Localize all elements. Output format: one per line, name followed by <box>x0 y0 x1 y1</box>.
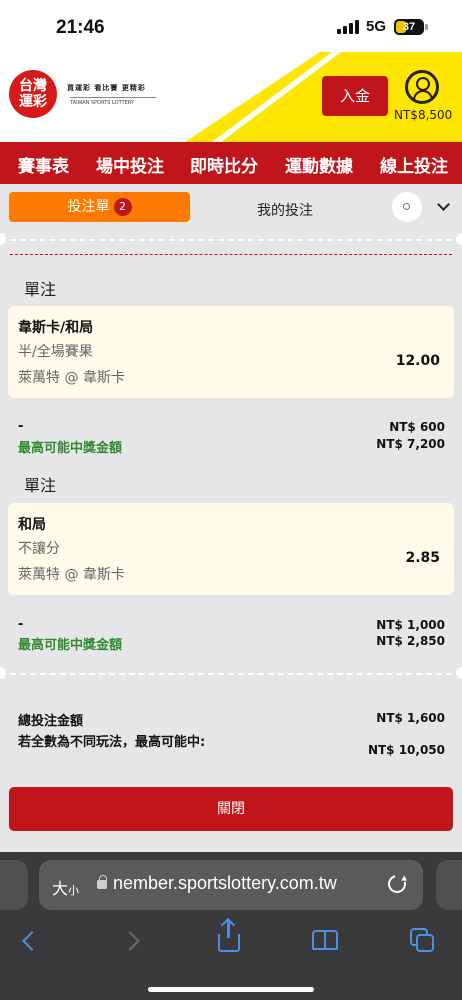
divider-notch <box>456 667 462 679</box>
divider <box>10 673 452 675</box>
stake-label: - <box>18 419 24 434</box>
max-win-amount: NT$ 7,200 <box>376 437 445 451</box>
bet-count-badge: 2 <box>113 198 132 216</box>
site-header: 台灣 運彩 買運彩 看比賽 更精彩 TAIWAN SPORTS LOTTERY … <box>0 52 462 142</box>
close-button[interactable]: 關閉 <box>9 787 453 831</box>
battery-icon: 37 <box>394 19 424 35</box>
nav-item-live-scores[interactable]: 即時比分 <box>190 152 258 177</box>
signal-icon <box>337 20 361 34</box>
bet-odds: 2.85 <box>405 550 440 566</box>
browser-toolbar: 大小 nember.sportslottery.com.tw <box>0 852 462 1000</box>
forward-icon[interactable] <box>120 931 140 951</box>
back-icon[interactable] <box>22 931 42 951</box>
tabs-icon[interactable] <box>410 928 434 952</box>
section-title-single: 單注 <box>24 476 57 495</box>
max-win-amount: NT$ 2,850 <box>376 634 445 648</box>
status-time: 21:46 <box>56 17 105 38</box>
divider-notch <box>0 233 6 245</box>
nav-item-online-betting[interactable]: 線上投注 <box>380 152 448 177</box>
nav-item-live-betting[interactable]: 場中投注 <box>96 152 164 177</box>
url-text[interactable]: nember.sportslottery.com.tw <box>113 873 337 894</box>
home-indicator <box>148 987 314 992</box>
max-win-label: 最高可能中獎金額 <box>18 441 123 456</box>
account-balance: NT$8,500 <box>394 108 453 122</box>
settings-gear-icon[interactable] <box>392 192 422 222</box>
stake-amount[interactable]: NT$ 600 <box>389 420 445 434</box>
deposit-button[interactable]: 入金 <box>322 76 388 116</box>
text-size-large: 大 <box>52 879 69 898</box>
next-tab-peek[interactable] <box>436 860 462 910</box>
divider-notch <box>456 233 462 245</box>
bet-card[interactable]: 韋斯卡/和局 半/全場賽果 萊萬特 @ 韋斯卡 12.00 <box>8 306 454 398</box>
tab-bet-slip[interactable]: 投注單 2 <box>9 192 190 222</box>
combined-max-win-label: 若全數為不同玩法，最高可能中: <box>18 735 206 750</box>
bookmarks-icon[interactable] <box>312 930 340 950</box>
bet-selection: 韋斯卡/和局 <box>18 320 94 336</box>
address-bar[interactable]: 大小 nember.sportslottery.com.tw <box>39 860 423 910</box>
text-size-button[interactable]: 大小 <box>52 875 79 899</box>
bet-match: 萊萬特 @ 韋斯卡 <box>18 370 125 386</box>
bet-odds: 12.00 <box>395 353 440 369</box>
section-title-single: 單注 <box>24 280 57 299</box>
bet-selection: 和局 <box>18 517 46 533</box>
bet-market: 不讓分 <box>18 541 60 557</box>
stake-label: - <box>18 617 24 632</box>
account-avatar-icon[interactable] <box>405 70 439 104</box>
bet-market: 半/全場賽果 <box>18 344 93 360</box>
nav-item-sports-data[interactable]: 運動數據 <box>285 152 353 177</box>
logo-tagline: 買運彩 看比賽 更精彩 <box>67 84 146 92</box>
bet-match: 萊萬特 @ 韋斯卡 <box>18 567 125 583</box>
divider <box>10 239 452 241</box>
share-icon[interactable] <box>218 920 240 952</box>
status-bar: 21:46 5G 37 <box>0 0 462 52</box>
taiwan-sports-lottery-logo[interactable]: 台灣 運彩 <box>9 70 57 118</box>
tab-bet-slip-label: 投注單 <box>67 199 110 215</box>
total-stake-label: 總投注金額 <box>18 714 84 729</box>
tab-my-bets[interactable]: 我的投注 <box>225 200 345 220</box>
combined-max-win-amount: NT$ 10,050 <box>367 743 445 757</box>
network-type: 5G <box>366 18 387 35</box>
logo-line2: 運彩 <box>19 94 47 110</box>
main-nav: 賽事表 場中投注 即時比分 運動數據 線上投注 <box>0 142 462 184</box>
logo-subtitle: TAIWAN SPORTS LOTTERY <box>70 97 156 106</box>
divider <box>10 254 452 255</box>
previous-tab-peek[interactable] <box>0 860 28 910</box>
bet-card[interactable]: 和局 不讓分 萊萬特 @ 韋斯卡 2.85 <box>8 503 454 595</box>
text-size-small: 小 <box>68 884 80 897</box>
battery-level: 37 <box>402 21 416 33</box>
max-win-label: 最高可能中獎金額 <box>18 638 123 653</box>
reload-icon[interactable] <box>384 871 410 897</box>
divider-notch <box>0 667 6 679</box>
total-stake-amount: NT$ 1,600 <box>376 711 445 725</box>
lock-icon <box>97 875 107 889</box>
stake-amount[interactable]: NT$ 1,000 <box>376 618 445 632</box>
logo-line1: 台灣 <box>19 78 47 94</box>
nav-item-schedule[interactable]: 賽事表 <box>18 152 69 177</box>
